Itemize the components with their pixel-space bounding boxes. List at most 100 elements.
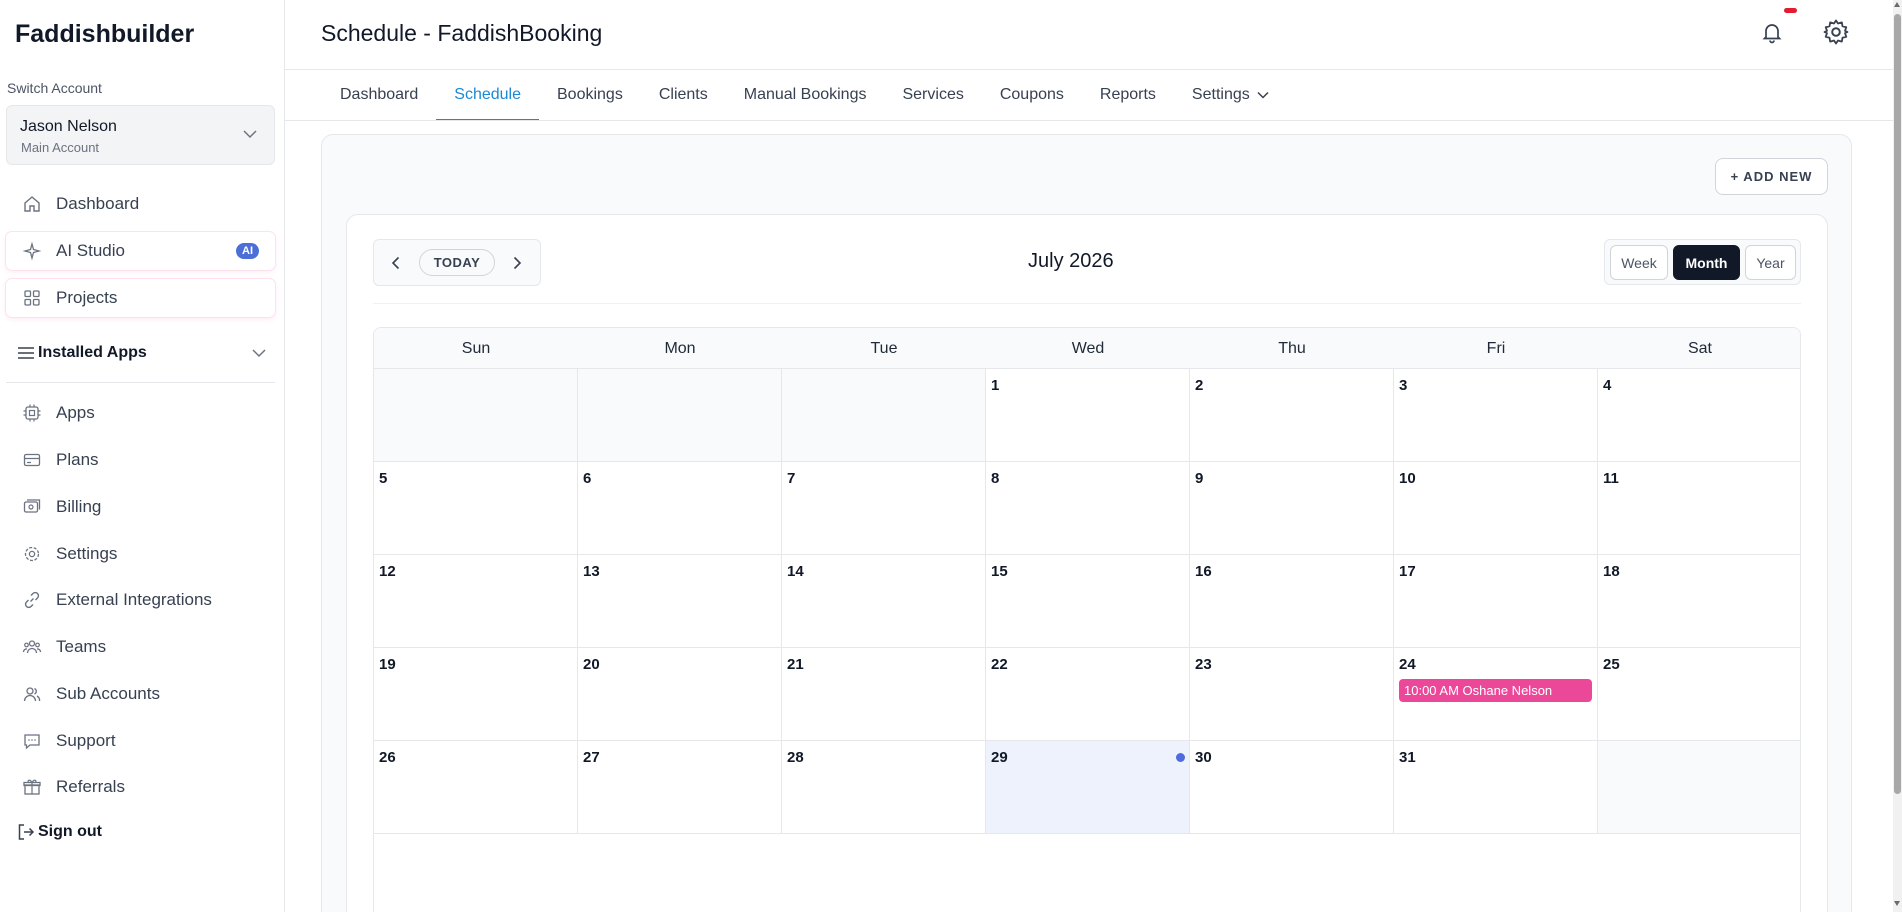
- calendar-day-cell[interactable]: 11: [1598, 462, 1800, 555]
- calendar-day-cell[interactable]: 30: [1190, 741, 1394, 834]
- calendar-day-cell[interactable]: 24 10:00 AM Oshane Nelson: [1394, 648, 1598, 741]
- sidebar-item-label: Teams: [56, 637, 107, 656]
- sidebar-item-teams[interactable]: Teams: [6, 628, 275, 666]
- scroll-down-arrow[interactable]: [1894, 901, 1900, 906]
- view-week-button[interactable]: Week: [1610, 245, 1668, 280]
- view-month-button[interactable]: Month: [1673, 245, 1740, 280]
- calendar-day-cell[interactable]: 20: [578, 648, 782, 741]
- calendar-day-cell[interactable]: 10: [1394, 462, 1598, 555]
- calendar-day-cell[interactable]: 26: [374, 741, 578, 834]
- weekday-label: Sun: [461, 339, 491, 357]
- sidebar-item-settings[interactable]: Settings: [6, 535, 275, 573]
- calendar-day-cell[interactable]: 6: [578, 462, 782, 555]
- switch-account-label: Switch Account: [7, 80, 102, 96]
- users-icon: [22, 684, 42, 704]
- chevron-right-icon[interactable]: [507, 253, 527, 273]
- sidebar-item-projects[interactable]: Projects: [6, 279, 275, 317]
- calendar-day-cell[interactable]: 31: [1394, 741, 1598, 834]
- day-number: 19: [379, 656, 396, 673]
- day-number: 13: [583, 563, 600, 580]
- card-icon: [22, 450, 42, 470]
- sidebar-item-label: Dashboard: [56, 194, 140, 213]
- tab-bar: Dashboard Schedule Bookings Clients Manu…: [322, 70, 1288, 121]
- calendar-day-cell[interactable]: 5: [374, 462, 578, 555]
- view-year-button[interactable]: Year: [1745, 245, 1796, 280]
- sign-out-button[interactable]: Sign out: [16, 822, 102, 842]
- sidebar-item-label: Plans: [56, 450, 99, 469]
- calendar-cell-empty[interactable]: [1598, 741, 1800, 834]
- bell-icon[interactable]: [1760, 20, 1784, 44]
- day-number: 23: [1195, 656, 1212, 673]
- installed-apps-toggle[interactable]: Installed Apps: [16, 340, 275, 366]
- tab-manual-bookings[interactable]: Manual Bookings: [726, 70, 885, 120]
- calendar-day-cell[interactable]: 19: [374, 648, 578, 741]
- calendar-day-cell[interactable]: 14: [782, 555, 986, 648]
- tab-schedule[interactable]: Schedule: [436, 70, 539, 121]
- sidebar-item-label: Projects: [56, 288, 118, 307]
- gift-icon: [22, 777, 42, 797]
- day-number: 20: [583, 656, 600, 673]
- tab-services[interactable]: Services: [884, 70, 981, 120]
- chat-icon: [22, 731, 42, 751]
- sidebar-item-label: External Integrations: [56, 590, 212, 609]
- calendar-day-cell[interactable]: 22: [986, 648, 1190, 741]
- day-number: 4: [1603, 377, 1612, 394]
- calendar-cell-empty[interactable]: [782, 369, 986, 462]
- calendar-day-cell[interactable]: 17: [1394, 555, 1598, 648]
- grid-icon: [22, 288, 42, 308]
- chevron-left-icon[interactable]: [386, 253, 406, 273]
- sidebar-item-support[interactable]: Support: [6, 722, 275, 760]
- calendar-day-cell[interactable]: 13: [578, 555, 782, 648]
- tab-settings[interactable]: Settings: [1174, 70, 1288, 120]
- tab-coupons[interactable]: Coupons: [982, 70, 1082, 120]
- sidebar-item-plans[interactable]: Plans: [6, 441, 275, 479]
- sidebar-item-label: Support: [56, 731, 116, 750]
- calendar-day-cell[interactable]: 16: [1190, 555, 1394, 648]
- scroll-up-arrow[interactable]: [1894, 2, 1900, 7]
- account-switcher[interactable]: Jason Nelson Main Account: [6, 105, 275, 165]
- calendar-day-cell[interactable]: 21: [782, 648, 986, 741]
- day-number: 9: [1195, 470, 1204, 487]
- calendar-day-cell[interactable]: 3: [1394, 369, 1598, 462]
- scrollbar-thumb[interactable]: [1894, 14, 1901, 794]
- calendar-cell-empty[interactable]: [578, 369, 782, 462]
- calendar-nav-group: TODAY: [373, 239, 541, 286]
- calendar-day-cell[interactable]: 18: [1598, 555, 1800, 648]
- sidebar-item-ai-studio[interactable]: AI Studio AI: [6, 232, 275, 270]
- calendar-day-cell[interactable]: 27: [578, 741, 782, 834]
- tab-reports[interactable]: Reports: [1082, 70, 1174, 120]
- calendar-day-cell[interactable]: 12: [374, 555, 578, 648]
- page-scrollbar[interactable]: [1893, 0, 1902, 912]
- chevron-down-icon: [252, 349, 266, 358]
- calendar-day-cell[interactable]: 7: [782, 462, 986, 555]
- chip-icon: [22, 403, 42, 423]
- calendar-cell-empty[interactable]: [374, 369, 578, 462]
- add-new-button[interactable]: + ADD NEW: [1715, 158, 1828, 195]
- day-number: 21: [787, 656, 804, 673]
- today-button[interactable]: TODAY: [419, 249, 495, 276]
- calendar-day-cell[interactable]: 23: [1190, 648, 1394, 741]
- sidebar-item-external-integrations[interactable]: External Integrations: [6, 581, 275, 619]
- sidebar-item-dashboard[interactable]: Dashboard: [6, 185, 275, 223]
- sidebar-item-label: Billing: [56, 497, 102, 516]
- calendar-event[interactable]: 10:00 AM Oshane Nelson: [1399, 679, 1592, 702]
- menu-icon: [16, 343, 36, 363]
- calendar-month-title: July 2026: [1028, 250, 1114, 272]
- calendar-day-cell[interactable]: 2: [1190, 369, 1394, 462]
- calendar-day-cell[interactable]: 15: [986, 555, 1190, 648]
- tab-bookings[interactable]: Bookings: [539, 70, 641, 120]
- calendar-day-cell[interactable]: 9: [1190, 462, 1394, 555]
- calendar-day-cell[interactable]: 25: [1598, 648, 1800, 741]
- sidebar-item-sub-accounts[interactable]: Sub Accounts: [6, 675, 275, 713]
- calendar-day-cell[interactable]: 4: [1598, 369, 1800, 462]
- calendar-day-cell[interactable]: 28: [782, 741, 986, 834]
- calendar-day-cell[interactable]: 8: [986, 462, 1190, 555]
- sidebar-item-apps[interactable]: Apps: [6, 394, 275, 432]
- tab-clients[interactable]: Clients: [641, 70, 726, 120]
- calendar-day-cell[interactable]: 1: [986, 369, 1190, 462]
- calendar-day-cell[interactable]: 29: [986, 741, 1190, 834]
- gear-icon[interactable]: [1822, 18, 1850, 46]
- sidebar-item-billing[interactable]: Billing: [6, 488, 275, 526]
- sidebar-item-referrals[interactable]: Referrals: [6, 768, 275, 806]
- tab-dashboard[interactable]: Dashboard: [322, 70, 436, 120]
